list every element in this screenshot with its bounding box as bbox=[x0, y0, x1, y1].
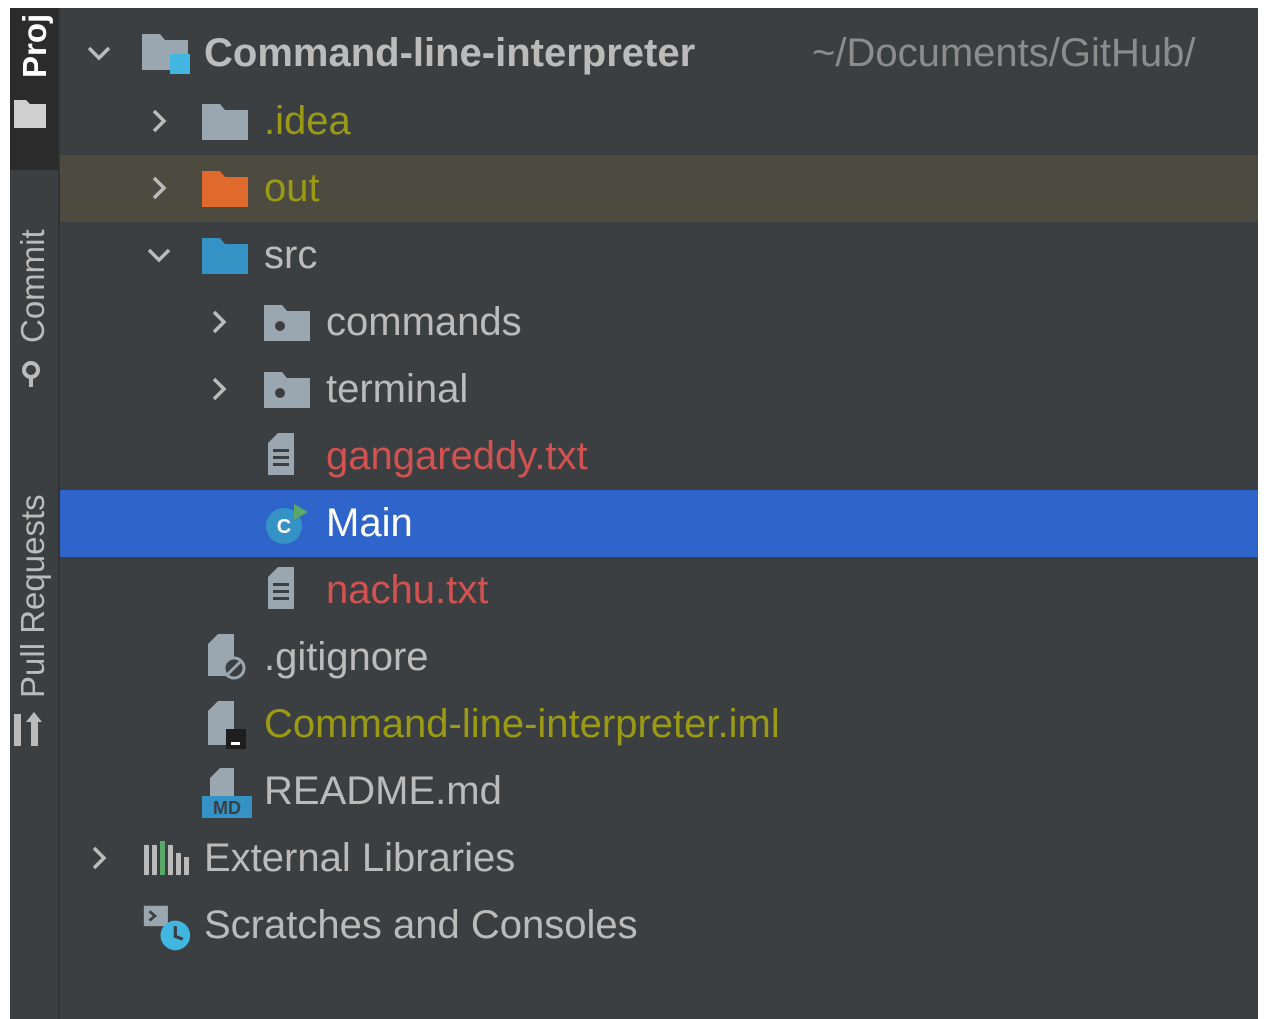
chevron-down-icon[interactable] bbox=[82, 36, 116, 70]
module-folder-icon bbox=[142, 34, 190, 74]
tab-project[interactable]: Proj bbox=[10, 8, 58, 170]
package-icon bbox=[264, 305, 310, 341]
gitignore-file-icon bbox=[208, 634, 246, 680]
tree-row-src[interactable]: src bbox=[60, 222, 1258, 289]
scratches-icon bbox=[143, 905, 191, 951]
tree-row-external-libraries[interactable]: External Libraries bbox=[60, 825, 1258, 892]
tab-commit[interactable]: Commit bbox=[10, 193, 58, 393]
tree-row-nachu[interactable]: nachu.txt bbox=[60, 557, 1258, 624]
tree-row-iml[interactable]: Command-line-interpreter.iml bbox=[60, 691, 1258, 758]
tree-item-label: out bbox=[264, 166, 320, 210]
chevron-right-icon[interactable] bbox=[82, 841, 116, 875]
tree-item-label: gangareddy.txt bbox=[326, 434, 588, 478]
tab-pull-requests-label: Pull Requests bbox=[14, 494, 51, 698]
tab-pull-requests[interactable]: Pull Requests bbox=[10, 448, 58, 758]
tree-row-commands[interactable]: commands bbox=[60, 289, 1258, 356]
tree-row-scratches[interactable]: Scratches and Consoles bbox=[60, 892, 1258, 959]
root-path: ~/Documents/GitHub/ bbox=[812, 31, 1196, 75]
tree-item-label: Scratches and Consoles bbox=[204, 903, 638, 947]
tree-item-label: External Libraries bbox=[204, 836, 516, 880]
chevron-right-icon[interactable] bbox=[202, 305, 236, 339]
package-icon bbox=[264, 372, 310, 408]
tree-item-label: .gitignore bbox=[264, 635, 429, 679]
tree-item-label: commands bbox=[326, 300, 522, 344]
commit-icon bbox=[22, 361, 40, 387]
tree-row-gitignore[interactable]: .gitignore bbox=[60, 624, 1258, 691]
tree-row-out[interactable]: out bbox=[60, 155, 1258, 222]
tree-row-root[interactable]: Command-line-interpreter ~/Documents/Git… bbox=[60, 20, 1258, 87]
tree-item-label: README.md bbox=[264, 769, 502, 813]
tree-row-idea[interactable]: .idea bbox=[60, 88, 1258, 155]
tree-item-label: Main bbox=[326, 501, 413, 545]
tree-item-label: Command-line-interpreter.iml bbox=[264, 702, 780, 746]
folder-icon bbox=[14, 100, 46, 128]
markdown-file-icon: MD bbox=[202, 768, 252, 818]
pull-request-icon bbox=[14, 712, 42, 746]
text-file-icon bbox=[268, 433, 294, 475]
tree-item-label: nachu.txt bbox=[326, 568, 489, 612]
tab-commit-label: Commit bbox=[14, 229, 51, 343]
ide-window: Proj Commit Pull Requests Command-line-i… bbox=[10, 8, 1258, 1019]
text-file-icon bbox=[268, 567, 294, 609]
chevron-right-icon[interactable] bbox=[202, 372, 236, 406]
tab-project-label: Proj bbox=[16, 13, 53, 78]
chevron-down-icon[interactable] bbox=[142, 238, 176, 272]
tree-row-terminal[interactable]: terminal bbox=[60, 356, 1258, 423]
folder-icon bbox=[202, 104, 248, 140]
tree-item-label: .idea bbox=[264, 99, 351, 143]
tree-row-gangareddy[interactable]: gangareddy.txt bbox=[60, 423, 1258, 490]
svg-text:MD: MD bbox=[213, 798, 241, 818]
libraries-icon bbox=[144, 841, 189, 875]
root-label: Command-line-interpreter bbox=[204, 31, 696, 75]
excluded-folder-icon bbox=[202, 171, 248, 207]
project-tree: Command-line-interpreter ~/Documents/Git… bbox=[60, 8, 1258, 1019]
chevron-right-icon[interactable] bbox=[142, 104, 176, 138]
tree-row-readme[interactable]: MD README.md bbox=[60, 758, 1258, 825]
svg-text:C: C bbox=[277, 516, 291, 538]
chevron-right-icon[interactable] bbox=[142, 171, 176, 205]
tool-window-strip: Proj Commit Pull Requests bbox=[10, 8, 58, 1019]
iml-file-icon bbox=[208, 701, 246, 749]
tree-item-label: src bbox=[264, 233, 318, 277]
tree-item-label: terminal bbox=[326, 367, 469, 411]
source-folder-icon bbox=[202, 238, 248, 274]
java-class-runnable-icon: C bbox=[266, 504, 308, 544]
tree-row-main[interactable]: C Main bbox=[60, 490, 1258, 557]
